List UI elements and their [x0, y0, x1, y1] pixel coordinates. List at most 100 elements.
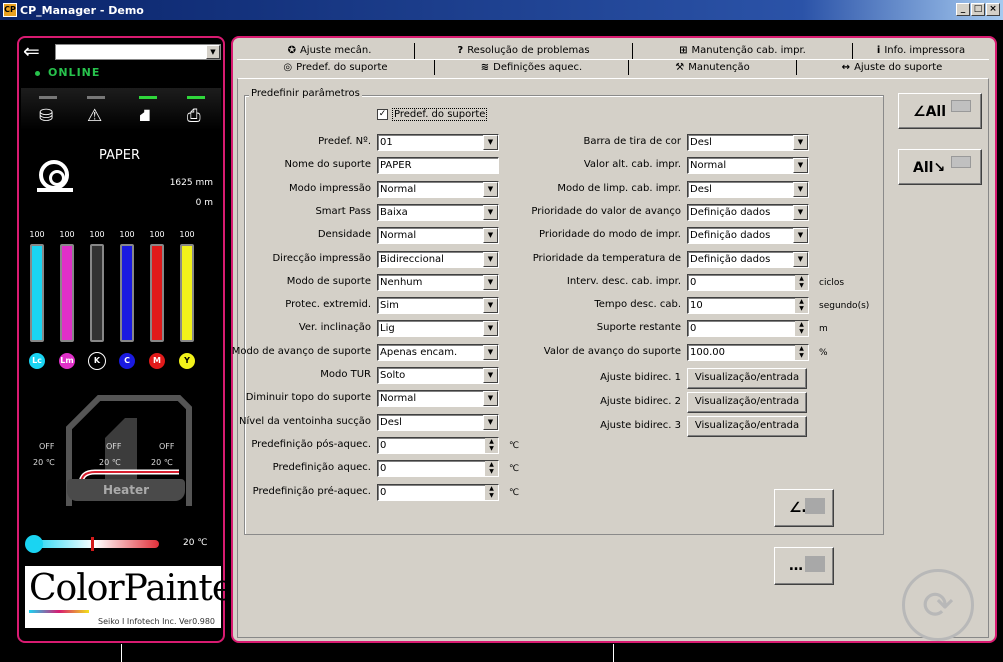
number-stepper[interactable]: 0 ▲ ▼ [687, 320, 809, 338]
text-field[interactable]: PAPER [377, 157, 499, 175]
ink-color-badge: K [88, 352, 106, 370]
chevron-down-icon[interactable]: ▼ [483, 298, 498, 314]
main-panel: ✪ Ajuste mecân. ? Resolução de problemas ⊞… [231, 36, 997, 643]
chevron-down-icon[interactable]: ▼ [793, 135, 808, 150]
save-all-presets-button[interactable]: All↘ [898, 149, 982, 185]
ink-level-bar [120, 244, 134, 342]
tab-heater-settings[interactable]: ≋ Definições aquec. [435, 60, 629, 75]
chevron-down-icon[interactable]: ▼ [483, 414, 498, 430]
preset-checkbox[interactable]: ✓ Predef. do suporte [377, 108, 488, 121]
maximize-button[interactable]: □ [971, 3, 985, 16]
minimize-button[interactable]: _ [956, 3, 970, 16]
dropdown-field[interactable]: Normal ▼ [377, 227, 499, 245]
ink-level-label: 100 [119, 230, 135, 239]
dropdown-field[interactable]: Normal ▼ [377, 390, 499, 408]
field-label: Prioridade do valor de avanço [531, 205, 681, 217]
field-label: Prioridade do modo de impr. [539, 229, 681, 241]
spinner-arrows-icon[interactable]: ▲ ▼ [795, 298, 808, 314]
load-all-presets-button[interactable]: ∠All [898, 93, 982, 129]
unit-label: ciclos [819, 277, 845, 288]
dropdown-field[interactable]: Definição dados ▼ [687, 203, 809, 221]
bidir-view-entry-button[interactable]: Visualização/entrada [687, 416, 807, 437]
ink-tank-icon: ⛘ [139, 106, 151, 126]
spinner-arrows-icon[interactable]: ▲ ▼ [795, 321, 808, 337]
tab-troubleshooting[interactable]: ? Resolução de problemas [415, 43, 633, 59]
dropdown-field[interactable]: Desl ▼ [377, 413, 499, 431]
bidir-label: Ajuste bidirec. 1 [600, 372, 681, 383]
ink-color-badge: Lm [58, 352, 76, 370]
save-preset-button[interactable]: …↘ [774, 547, 834, 585]
dropdown-field[interactable]: Baixa ▼ [377, 203, 499, 221]
chevron-down-icon[interactable]: ▼ [483, 368, 498, 383]
close-button[interactable]: × [986, 3, 1000, 16]
ink-color-badge: Lc [28, 352, 46, 370]
chevron-down-icon[interactable]: ▼ [483, 321, 498, 337]
number-stepper[interactable]: 0 ▲ ▼ [377, 460, 499, 478]
field-label: Predefinição pós-aquec. [251, 438, 371, 450]
chevron-down-icon[interactable]: ▼ [483, 228, 498, 244]
dropdown-field[interactable]: Bidireccional ▼ [377, 250, 499, 268]
media-roll-icon: ⛁ [39, 106, 54, 126]
dropdown-field[interactable]: Normal ▼ [687, 157, 809, 175]
dropdown-field[interactable]: Solto ▼ [377, 367, 499, 384]
ink-level-bar [60, 244, 74, 342]
number-stepper[interactable]: 0 ▲ ▼ [377, 483, 499, 501]
number-stepper[interactable]: 0 ▲ ▼ [687, 273, 809, 291]
media-length: 1625 mm [169, 178, 213, 188]
spinner-arrows-icon[interactable]: ▲ ▼ [795, 344, 808, 360]
dropdown-field[interactable]: Desl ▼ [687, 134, 809, 151]
back-arrow-icon[interactable]: ⇐ [23, 41, 40, 61]
field-label: Suporte restante [596, 322, 681, 334]
media-select[interactable]: ▼ [55, 44, 221, 60]
dropdown-field[interactable]: Nenhum ▼ [377, 273, 499, 291]
spinner-arrows-icon[interactable]: ▲ ▼ [485, 437, 498, 453]
load-preset-button[interactable]: ∠… [774, 489, 834, 527]
chevron-down-icon[interactable]: ▼ [206, 45, 220, 59]
tab-printer-info[interactable]: i Info. impressora [853, 43, 989, 59]
ink-level-bar [90, 244, 104, 342]
dropdown-field[interactable]: Normal ▼ [377, 180, 499, 198]
number-stepper[interactable]: 10 ▲ ▼ [687, 297, 809, 315]
heater-button[interactable]: Heater [67, 479, 185, 501]
spinner-arrows-icon[interactable]: ▲ ▼ [485, 484, 498, 500]
bidir-view-entry-button[interactable]: Visualização/entrada [687, 368, 807, 389]
dropdown-field[interactable]: Definição dados ▼ [687, 250, 809, 268]
media-preset-page: Predefinir parâmetros ✓ Predef. do supor… [232, 78, 989, 641]
chevron-down-icon[interactable]: ▼ [483, 181, 498, 197]
chevron-down-icon[interactable]: ▼ [793, 158, 808, 174]
dropdown-field[interactable]: Desl ▼ [687, 180, 809, 198]
field-label: Nome do suporte [284, 159, 371, 171]
spinner-arrows-icon[interactable]: ▲ ▼ [485, 461, 498, 477]
number-stepper[interactable]: 100.00 ▲ ▼ [687, 343, 809, 361]
dropdown-field[interactable]: Definição dados ▼ [687, 227, 809, 245]
checkbox-check-icon[interactable]: ✓ [377, 109, 388, 120]
tab-mechanical-adjust[interactable]: ✪ Ajuste mecân. [245, 43, 415, 59]
chevron-down-icon[interactable]: ▼ [483, 135, 498, 150]
tab-head-maintenance[interactable]: ⊞ Manutenção cab. impr. [633, 43, 853, 59]
number-stepper[interactable]: 0 ▲ ▼ [377, 436, 499, 454]
bidir-view-entry-button[interactable]: Visualização/entrada [687, 392, 807, 413]
maintenance-icon: ⚒ [675, 62, 685, 73]
chevron-down-icon[interactable]: ▼ [483, 204, 498, 220]
paper-roll-icon [37, 160, 73, 192]
chevron-down-icon[interactable]: ▼ [483, 251, 498, 267]
chevron-down-icon[interactable]: ▼ [793, 204, 808, 220]
refresh-icon[interactable]: ⟳ [902, 569, 974, 641]
tab-media-preset[interactable]: ◎ Predef. do suporte [237, 60, 435, 75]
chevron-down-icon[interactable]: ▼ [793, 251, 808, 267]
dropdown-field[interactable]: 01 ▼ [377, 134, 499, 151]
field-label: Valor alt. cab. impr. [583, 159, 681, 171]
chevron-down-icon[interactable]: ▼ [483, 344, 498, 360]
unit-label: ℃ [509, 487, 520, 498]
dropdown-field[interactable]: Apenas encam. ▼ [377, 343, 499, 361]
tab-maintenance[interactable]: ⚒ Manutenção [629, 60, 797, 75]
dropdown-field[interactable]: Sim ▼ [377, 297, 499, 315]
chevron-down-icon[interactable]: ▼ [793, 228, 808, 244]
tab-media-adjust[interactable]: ↔ Ajuste do suporte [797, 60, 987, 75]
spinner-arrows-icon[interactable]: ▲ ▼ [795, 274, 808, 290]
chevron-down-icon[interactable]: ▼ [483, 391, 498, 407]
dropdown-field[interactable]: Lig ▼ [377, 320, 499, 338]
chevron-down-icon[interactable]: ▼ [793, 181, 808, 197]
chevron-down-icon[interactable]: ▼ [483, 274, 498, 290]
field-label: Smart Pass [315, 205, 371, 217]
